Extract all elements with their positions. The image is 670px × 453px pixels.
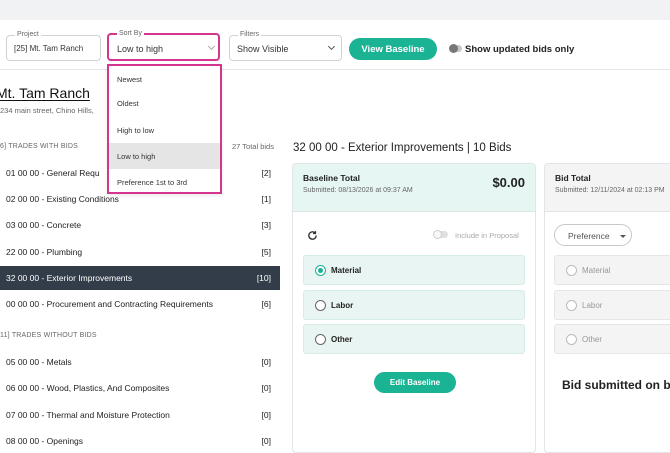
sort-by-select[interactable]: Sort By Low to high (107, 29, 220, 61)
project-address: 234 main street, Chino Hills, (0, 106, 94, 115)
toggle-knob (433, 230, 442, 239)
trade-count: [3] (261, 220, 271, 230)
include-in-proposal-toggle[interactable] (433, 230, 448, 239)
bid-submitted: Submitted: 12/11/2024 at 02:13 PM (555, 187, 665, 194)
trade-name: 07 00 00 - Thermal and Moisture Protecti… (6, 410, 170, 420)
option-label: Labor (582, 301, 603, 310)
sort-option-oldest[interactable]: Oldest (109, 90, 220, 116)
trade-name: 03 00 00 - Concrete (6, 220, 82, 230)
trade-count: [6] (261, 299, 271, 309)
preference-dropdown[interactable]: Preference (554, 224, 632, 246)
sort-option-preference[interactable]: Preference 1st to 3rd (109, 169, 220, 195)
preference-label: Preference (568, 231, 610, 241)
bid-submitted-message: Bid submitted on b (562, 378, 670, 392)
bid-option-material[interactable]: Material (554, 255, 670, 285)
sort-dropdown-menu: Newest Oldest High to low Low to high Pr… (107, 64, 222, 194)
trade-name: 08 00 00 - Openings (6, 436, 84, 446)
trade-name: 22 00 00 - Plumbing (6, 247, 83, 257)
sort-option-newest[interactable]: Newest (109, 66, 220, 92)
include-in-proposal-label: Include in Proposal (455, 231, 519, 240)
radio-selected-icon[interactable] (315, 265, 326, 276)
option-label: Material (582, 266, 611, 275)
baseline-amount: $0.00 (492, 175, 525, 190)
sort-by-value: Low to high (117, 44, 164, 54)
toggle-knob (449, 44, 458, 53)
trade-item[interactable]: 03 00 00 - Concrete [3] (0, 213, 280, 237)
trade-name: 01 00 00 - General Requ (6, 168, 100, 178)
option-label: Labor (331, 301, 354, 310)
bid-card-header: Bid Total Submitted: 12/11/2024 at 02:13… (545, 164, 670, 212)
baseline-option-other[interactable]: Other (303, 324, 525, 354)
trade-name: 05 00 00 - Metals (6, 357, 72, 367)
project-legend: Project (15, 30, 41, 40)
radio-icon[interactable] (315, 334, 326, 345)
trade-item[interactable]: 07 00 00 - Thermal and Moisture Protecti… (0, 403, 280, 427)
baseline-card: Baseline Total Submitted: 08/13/2026 at … (292, 163, 536, 453)
project-title[interactable]: Mt. Tam Ranch (0, 85, 90, 101)
radio-icon[interactable] (315, 300, 326, 311)
sort-option-low-to-high[interactable]: Low to high (109, 143, 220, 169)
trade-title: 32 00 00 - Exterior Improvements | 10 Bi… (293, 142, 512, 154)
filters-legend: Filters (238, 30, 262, 40)
trade-item[interactable]: 08 00 00 - Openings [0] (0, 429, 280, 453)
caret-down-icon (620, 235, 626, 238)
trade-count: [10] (256, 273, 271, 283)
trades-with-bids-heading: 6] TRADES WITH BIDS (0, 143, 78, 150)
option-label: Other (331, 335, 353, 344)
baseline-option-labor[interactable]: Labor (303, 290, 525, 320)
trade-count: [0] (261, 383, 271, 393)
trade-count: [1] (261, 194, 271, 204)
chevron-down-icon (207, 42, 216, 51)
baseline-option-material[interactable]: Material (303, 255, 525, 285)
trade-item[interactable]: 22 00 00 - Plumbing [5] (0, 240, 280, 264)
trade-name: 02 00 00 - Existing Conditions (6, 194, 119, 204)
trade-count: [0] (261, 410, 271, 420)
total-bids-count: 27 Total bids (232, 142, 274, 151)
trade-item-active[interactable]: 32 00 00 - Exterior Improvements [10] (0, 266, 280, 290)
bid-card: Bid Total Submitted: 12/11/2024 at 02:13… (544, 163, 670, 453)
filters-select[interactable]: Filters Show Visible (229, 30, 342, 61)
trade-count: [0] (261, 436, 271, 446)
sort-by-legend: Sort By (117, 29, 144, 39)
filters-value: Show Visible (237, 44, 289, 54)
baseline-card-header: Baseline Total Submitted: 08/13/2026 at … (293, 164, 535, 212)
trade-count: [5] (261, 247, 271, 257)
sort-option-high-to-low[interactable]: High to low (109, 117, 220, 143)
bid-option-labor[interactable]: Labor (554, 290, 670, 320)
option-label: Material (331, 266, 362, 275)
trade-name: 00 00 00 - Procurement and Contracting R… (6, 299, 213, 309)
refresh-icon[interactable] (307, 230, 318, 244)
option-label: Other (582, 335, 603, 344)
trade-item[interactable]: 06 00 00 - Wood, Plastics, And Composite… (0, 376, 280, 400)
trade-name: 32 00 00 - Exterior Improvements (6, 273, 133, 283)
bid-option-other[interactable]: Other (554, 324, 670, 354)
chevron-down-icon (327, 42, 336, 51)
baseline-submitted: Submitted: 08/13/2026 at 09:37 AM (303, 187, 413, 194)
view-baseline-button[interactable]: View Baseline (349, 38, 437, 60)
radio-icon[interactable] (566, 300, 577, 311)
baseline-title: Baseline Total (303, 173, 360, 183)
edit-baseline-button[interactable]: Edit Baseline (374, 372, 456, 393)
trades-without-bids-heading: 11] TRADES WITHOUT BIDS (0, 332, 97, 339)
radio-icon[interactable] (566, 334, 577, 345)
trade-count: [2] (261, 168, 271, 178)
project-value: [25] Mt. Tam Ranch (14, 44, 84, 53)
trade-item[interactable]: 00 00 00 - Procurement and Contracting R… (0, 292, 280, 316)
show-updated-label: Show updated bids only (465, 44, 575, 55)
bid-title: Bid Total (555, 173, 591, 183)
radio-icon[interactable] (566, 265, 577, 276)
trade-count: [0] (261, 357, 271, 367)
show-updated-toggle[interactable] (449, 44, 462, 53)
top-bar (0, 0, 670, 20)
trade-name: 06 00 00 - Wood, Plastics, And Composite… (6, 383, 170, 393)
trade-item[interactable]: 05 00 00 - Metals [0] (0, 350, 280, 374)
project-select[interactable]: Project [25] Mt. Tam Ranch (6, 30, 101, 61)
